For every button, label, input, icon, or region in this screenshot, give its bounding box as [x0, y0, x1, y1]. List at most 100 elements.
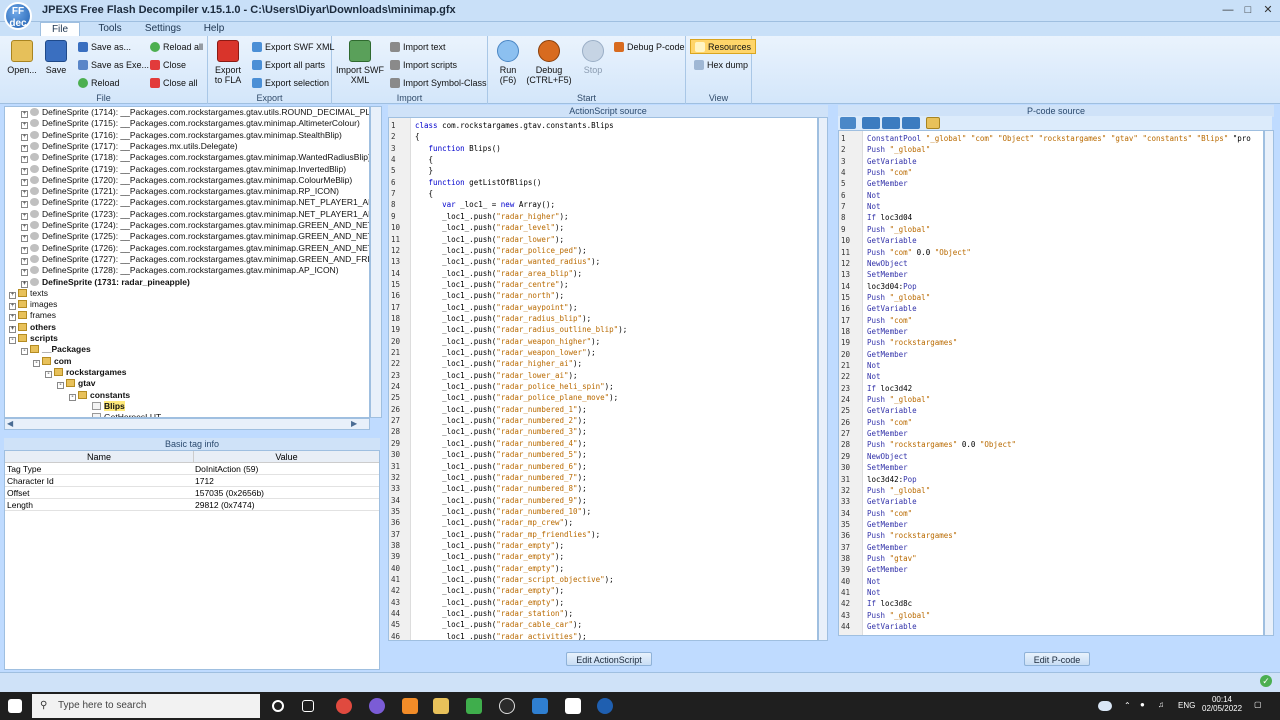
close-all-button[interactable]: Close all: [150, 76, 198, 90]
tree-item[interactable]: - rockstargames: [45, 367, 126, 378]
open-button[interactable]: Open...: [6, 40, 38, 75]
tree-item[interactable]: + frames: [9, 310, 56, 322]
tree-item[interactable]: - gtav: [57, 378, 95, 390]
tree-item[interactable]: + images: [9, 299, 57, 311]
tree-horizontal-scrollbar[interactable]: ◀ ▶: [4, 418, 370, 430]
notifications-icon[interactable]: ▢: [1254, 700, 1262, 709]
expand-icon[interactable]: +: [21, 167, 28, 175]
tab-settings[interactable]: Settings: [140, 22, 186, 36]
expand-icon[interactable]: +: [9, 325, 16, 333]
pcode-hex-icon[interactable]: [862, 117, 880, 129]
tree-item[interactable]: + DefineSprite (1720): __Packages.com.roc…: [21, 175, 352, 186]
export-selection-button[interactable]: Export selection: [252, 76, 329, 90]
tree-item[interactable]: + DefineSprite (1714): __Packages.com.roc…: [21, 107, 369, 118]
expand-icon[interactable]: +: [21, 246, 28, 254]
tree-item[interactable]: - __Packages: [21, 344, 91, 356]
reload-all-button[interactable]: Reload all: [150, 40, 203, 54]
edit-pcode-button[interactable]: Edit P-code: [1024, 652, 1090, 666]
tree-item[interactable]: + DefineSprite (1721): __Packages.com.roc…: [21, 186, 339, 198]
tree-vertical-scrollbar[interactable]: [370, 106, 382, 418]
save-as-exe-button[interactable]: Save as Exe...: [78, 58, 149, 72]
taskbar-search[interactable]: ⚲ Type here to search: [32, 694, 260, 718]
resource-tree[interactable]: + DefineSprite (1714): __Packages.com.roc…: [4, 106, 370, 418]
expand-icon[interactable]: +: [21, 201, 28, 209]
pcode-graph-icon[interactable]: [840, 117, 856, 129]
onedrive-icon[interactable]: [1098, 701, 1112, 711]
save-as-button[interactable]: Save as...: [78, 40, 131, 54]
ffdec-taskbar-icon[interactable]: [597, 698, 613, 714]
tab-tools[interactable]: Tools: [90, 22, 130, 36]
maximize-icon[interactable]: □: [1240, 3, 1256, 17]
resources-button[interactable]: Resources: [690, 39, 757, 54]
expand-icon[interactable]: +: [9, 314, 16, 322]
discord-icon[interactable]: [369, 698, 385, 714]
close-icon[interactable]: ✕: [1260, 3, 1276, 17]
reload-button[interactable]: Reload: [78, 76, 120, 90]
tree-item[interactable]: + DefineSprite (1722): __Packages.com.roc…: [21, 197, 369, 209]
tree-item[interactable]: + DefineSprite (1728): __Packages.com.roc…: [21, 265, 339, 277]
export-fla-button[interactable]: Export to FLA: [212, 40, 244, 85]
tree-item[interactable]: - constants: [69, 390, 130, 401]
expand-icon[interactable]: +: [9, 291, 16, 299]
debug-button[interactable]: Debug (CTRL+F5): [526, 40, 572, 85]
expand-icon[interactable]: +: [21, 156, 28, 164]
tab-file[interactable]: File: [40, 22, 80, 36]
windows-start-icon[interactable]: [8, 699, 22, 713]
minimize-icon[interactable]: —: [1220, 3, 1236, 17]
file-explorer-icon[interactable]: [433, 698, 449, 714]
tree-item[interactable]: + texts: [9, 288, 48, 299]
debug-pcode-button[interactable]: Debug P-code: [614, 40, 685, 54]
tree-item[interactable]: + DefineSprite (1723): __Packages.com.roc…: [21, 209, 369, 220]
expand-icon[interactable]: +: [21, 212, 28, 220]
tree-item[interactable]: + DefineSprite (1718): __Packages.com.roc…: [21, 152, 369, 164]
pcode-resolve-icon[interactable]: [902, 117, 920, 129]
media-app-icon[interactable]: [466, 698, 482, 714]
tab-help[interactable]: Help: [196, 22, 232, 36]
actionscript-scrollbar[interactable]: [818, 117, 828, 641]
import-symbol-class-button[interactable]: Import Symbol-Class: [390, 76, 487, 90]
expand-icon[interactable]: +: [21, 280, 28, 288]
save-button[interactable]: Save: [42, 40, 70, 75]
expand-icon[interactable]: +: [21, 133, 28, 141]
tree-item[interactable]: Blips: [81, 400, 125, 412]
tray-chevron-icon[interactable]: ⌃: [1124, 701, 1131, 710]
export-all-parts-button[interactable]: Export all parts: [252, 58, 325, 72]
tree-item[interactable]: - scripts: [9, 333, 58, 344]
chrome-icon[interactable]: [336, 698, 352, 714]
pcode-deobfuscate-icon[interactable]: [926, 117, 940, 129]
collapse-icon[interactable]: -: [9, 337, 16, 344]
tree-item[interactable]: + others: [9, 322, 56, 333]
expand-icon[interactable]: +: [21, 269, 28, 277]
expand-icon[interactable]: +: [21, 190, 28, 198]
collapse-icon[interactable]: -: [45, 370, 52, 378]
collapse-icon[interactable]: -: [57, 382, 64, 390]
import-text-button[interactable]: Import text: [390, 40, 446, 54]
task-view-icon[interactable]: [302, 700, 314, 712]
store-icon[interactable]: [532, 698, 548, 714]
actionscript-editor[interactable]: 1 2 3 4 5 6 7 8 9 10 11 12 13 14 15 16 17 18 19 20 21 22 23 24 2…: [388, 117, 818, 641]
microphone-icon[interactable]: ●: [1140, 700, 1145, 709]
pcode-editor[interactable]: 1 2 3 4 5 6 7 8 9 10 11 12 13 14 15 16 17 18 19 20 21 22 23 24 2…: [838, 130, 1264, 636]
import-scripts-button[interactable]: Import scripts: [390, 58, 457, 72]
expand-icon[interactable]: +: [21, 224, 28, 231]
expand-icon[interactable]: +: [21, 144, 28, 152]
tree-item[interactable]: + DefineSprite (1725): __Packages.com.roc…: [21, 231, 369, 243]
expand-icon[interactable]: +: [9, 303, 16, 311]
tree-item[interactable]: + DefineSprite (1726): __Packages.com.roc…: [21, 243, 369, 254]
expand-icon[interactable]: +: [21, 235, 28, 243]
language-indicator[interactable]: ENG: [1178, 701, 1195, 710]
steam-icon[interactable]: [499, 698, 515, 714]
export-swf-xml-button[interactable]: Export SWF XML: [252, 40, 335, 54]
tree-item[interactable]: + DefineSprite (1724): __Packages.com.roc…: [21, 220, 369, 231]
tree-item[interactable]: + DefineSprite (1715): __Packages.com.roc…: [21, 118, 360, 130]
volume-icon[interactable]: ♫: [1158, 700, 1164, 709]
expand-icon[interactable]: +: [21, 122, 28, 130]
hex-dump-button[interactable]: Hex dump: [694, 58, 748, 72]
close-button[interactable]: Close: [150, 58, 186, 72]
pcode-scrollbar[interactable]: [1264, 130, 1274, 636]
collapse-icon[interactable]: -: [69, 393, 76, 401]
expand-icon[interactable]: +: [21, 178, 28, 186]
tree-item[interactable]: + DefineSprite (1719): __Packages.com.roc…: [21, 164, 346, 175]
window-app-icon[interactable]: [565, 698, 581, 714]
tree-item[interactable]: + DefineSprite (1717): __Packages.mx.util…: [21, 141, 238, 152]
